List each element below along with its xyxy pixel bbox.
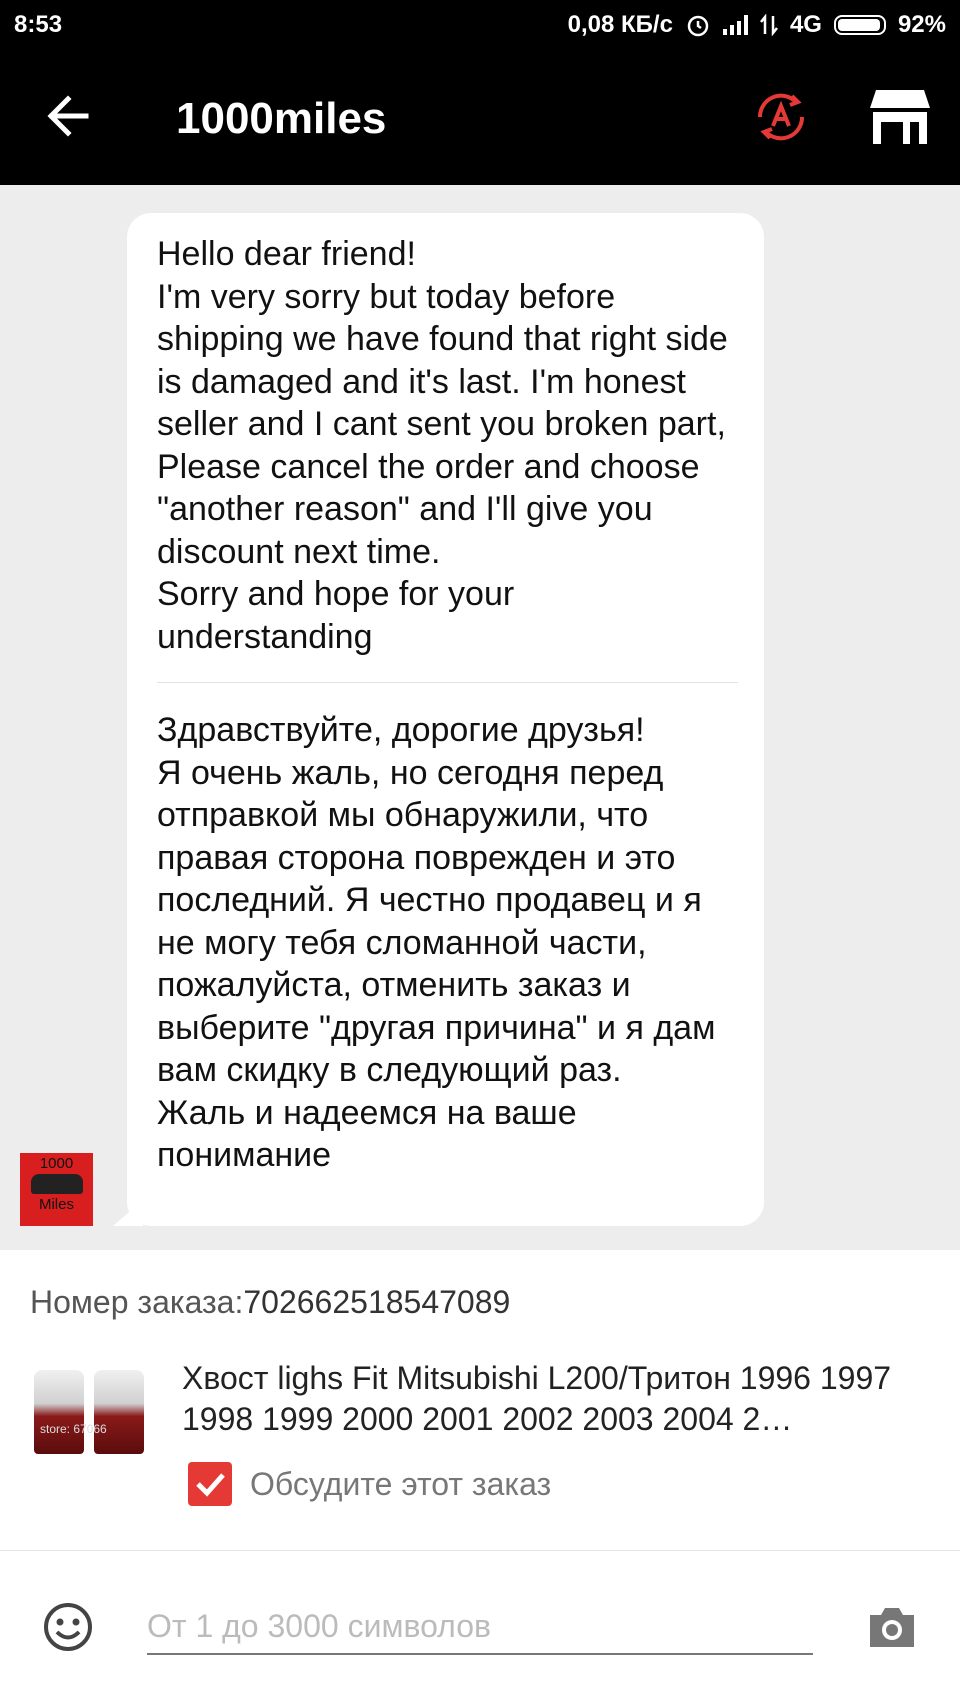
message-text-english: Hello dear friend! I'm very sorry but to… [157,235,728,656]
order-card: Номер заказа:702662518547089 store: 6706… [0,1250,960,1551]
message-input[interactable] [147,1599,813,1655]
bubble-tail [113,1200,143,1226]
order-number-value: 702662518547089 [243,1284,511,1320]
car-icon [30,1174,83,1194]
network-speed: 0,08 КБ/с [567,11,673,38]
message-bubble: Hello dear friend! I'm very sorry but to… [113,213,764,1226]
seller-avatar[interactable]: 1000 Miles [20,1153,93,1226]
translate-icon[interactable] [750,86,812,148]
data-transfer-icon [759,14,778,36]
discuss-order-label[interactable]: Обсудите этот заказ [250,1466,551,1503]
battery-level: 92% [897,11,946,38]
message-text-russian: Здравствуйте, дорогие друзья! Я очень жа… [157,711,716,1174]
network-type: 4G [789,11,822,38]
message-composer [0,1551,960,1707]
chat-title: 1000miles [176,94,387,143]
status-time: 8:53 [14,11,63,38]
order-number: Номер заказа:702662518547089 [30,1284,510,1321]
chat-area: Hello dear friend! I'm very sorry but to… [0,185,960,1250]
avatar-text-top: 1000 [39,1155,74,1172]
back-arrow-icon[interactable] [40,86,100,146]
signal-icon [722,15,748,35]
order-number-label: Номер заказа: [30,1284,244,1320]
store-icon[interactable] [868,86,932,148]
product-image[interactable]: store: 67066 [34,1370,146,1454]
status-indicators: 0,08 КБ/с 4G 92% [568,11,946,39]
discuss-order-checkbox[interactable] [188,1462,232,1506]
emoji-icon[interactable] [42,1601,94,1653]
product-title[interactable]: Хвост lighs Fit Mitsubishi L200/Тритон 1… [182,1358,932,1440]
battery-icon [833,15,886,35]
app-bar: 1000miles [0,50,960,185]
alarm-icon [687,15,709,37]
avatar-text-bottom: Miles [38,1196,74,1213]
status-bar: 8:53 0,08 КБ/с 4G 92% [0,0,960,50]
message-divider [157,682,738,683]
image-watermark: store: 67066 [40,1422,107,1436]
camera-icon[interactable] [866,1605,918,1649]
